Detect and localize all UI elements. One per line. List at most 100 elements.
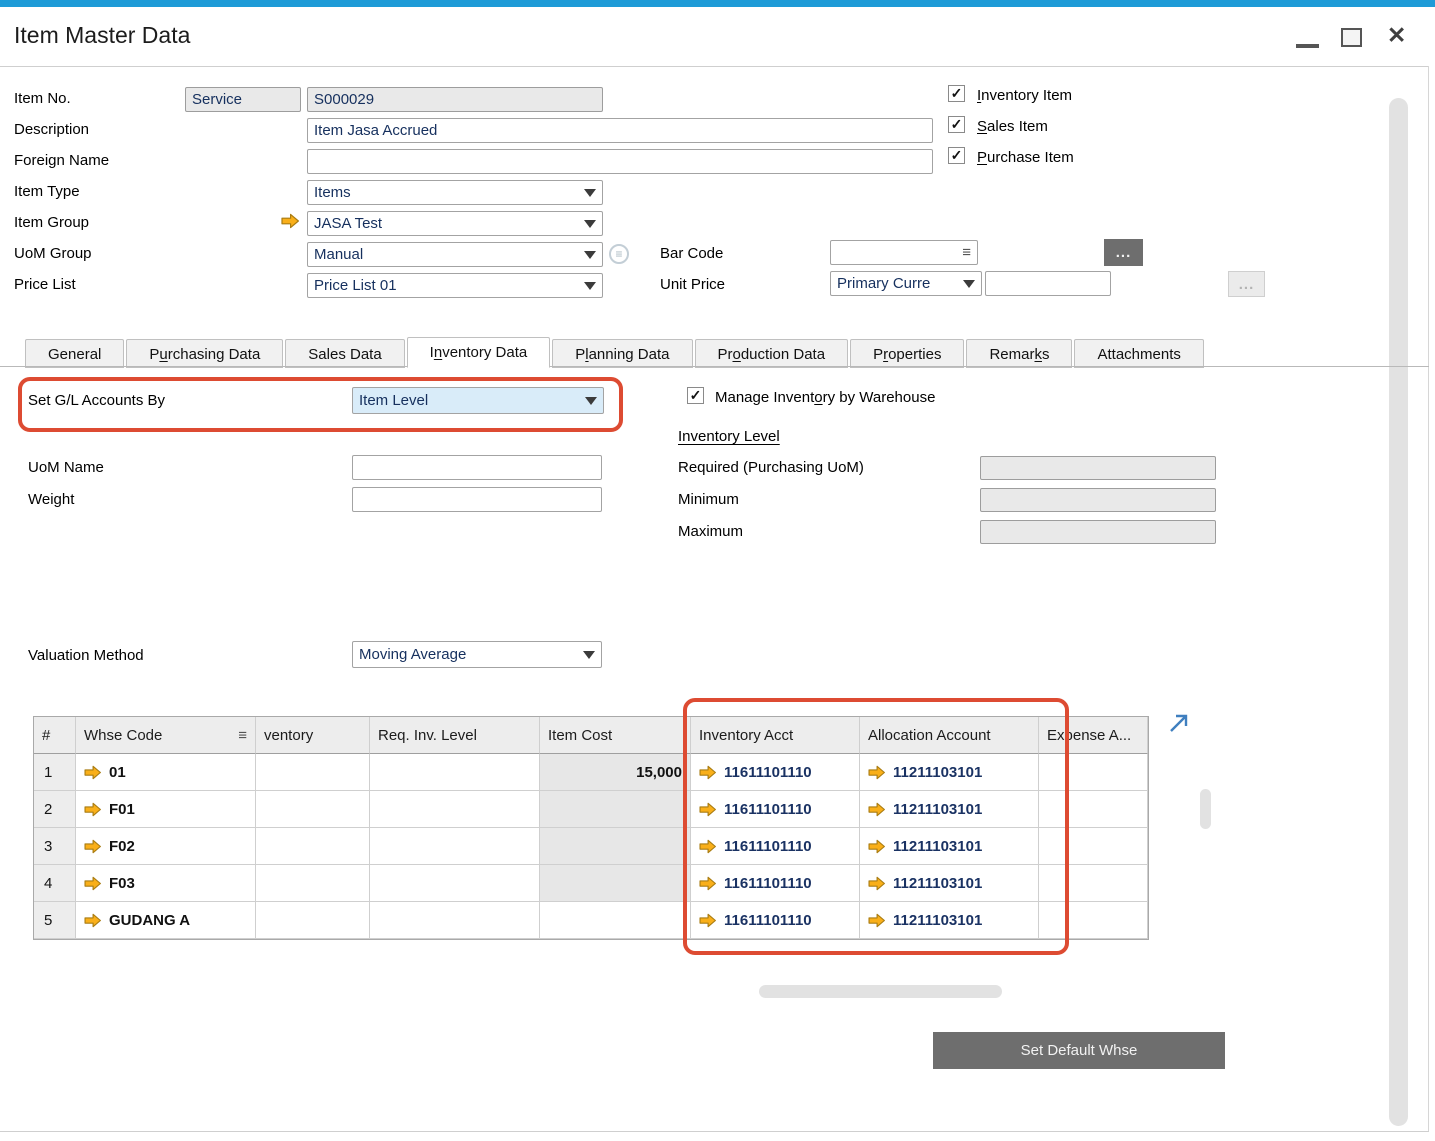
row-5-number[interactable]: 5	[34, 902, 76, 939]
maximize-button[interactable]	[1341, 28, 1362, 47]
unit-price-input[interactable]	[985, 271, 1111, 296]
row-1-allocation-account[interactable]: 11211103101	[860, 754, 1039, 791]
row-5-whse-code[interactable]: GUDANG A	[76, 902, 256, 939]
row-3-item-cost[interactable]	[540, 828, 691, 865]
column-header-whse-code[interactable]: Whse Code ≡	[76, 717, 256, 754]
tab-inventory-data[interactable]: Inventory Data	[406, 337, 551, 368]
row-1-item-cost[interactable]: 15,000	[540, 754, 691, 791]
item-group-link-arrow-icon[interactable]	[281, 213, 300, 229]
row-3-in-inventory[interactable]	[256, 828, 370, 865]
link-arrow-icon[interactable]	[84, 839, 102, 854]
link-arrow-icon[interactable]	[868, 876, 886, 891]
link-arrow-icon[interactable]	[84, 913, 102, 928]
tab-remarks[interactable]: Remarks	[966, 339, 1073, 368]
sales-item-checkbox[interactable]: ✓	[948, 116, 965, 133]
tab-planning-data[interactable]: Planning Data	[552, 339, 693, 368]
inventory-item-checkbox[interactable]: ✓	[948, 85, 965, 102]
grid-horizontal-scrollbar[interactable]	[759, 985, 1002, 998]
row-5-allocation-account[interactable]: 11211103101	[860, 902, 1039, 939]
weight-input[interactable]	[352, 487, 602, 512]
row-4-req-inv-level[interactable]	[370, 865, 540, 902]
column-header-inventory-acct[interactable]: Inventory Acct	[691, 717, 860, 754]
link-arrow-icon[interactable]	[868, 802, 886, 817]
row-5-expense-acct[interactable]	[1039, 902, 1148, 939]
link-arrow-icon[interactable]	[699, 839, 717, 854]
link-arrow-icon[interactable]	[868, 765, 886, 780]
set-gl-accounts-select[interactable]: Item Level	[352, 387, 604, 414]
row-4-number[interactable]: 4	[34, 865, 76, 902]
tab-production-data[interactable]: Production Data	[694, 339, 849, 368]
row-1-number[interactable]: 1	[34, 754, 76, 791]
row-1-inventory-acct[interactable]: 11611101110	[691, 754, 860, 791]
tab-purchasing-data[interactable]: Purchasing Data	[126, 339, 284, 368]
row-1-req-inv-level[interactable]	[370, 754, 540, 791]
row-4-in-inventory[interactable]	[256, 865, 370, 902]
price-list-select[interactable]: Price List 01	[307, 273, 603, 298]
uom-group-options-icon[interactable]: ≡	[609, 244, 629, 264]
item-no-type-field[interactable]: Service	[185, 87, 301, 112]
row-1-expense-acct[interactable]	[1039, 754, 1148, 791]
expand-grid-icon[interactable]	[1168, 712, 1190, 734]
grid-vertical-scrollbar[interactable]	[1200, 789, 1211, 829]
row-2-number[interactable]: 2	[34, 791, 76, 828]
link-arrow-icon[interactable]	[84, 765, 102, 780]
column-header-expense-a[interactable]: Expense A...	[1039, 717, 1148, 754]
manage-inventory-checkbox[interactable]: ✓	[687, 387, 704, 404]
row-4-inventory-acct[interactable]: 11611101110	[691, 865, 860, 902]
link-arrow-icon[interactable]	[699, 765, 717, 780]
row-1-in-inventory[interactable]	[256, 754, 370, 791]
bar-code-ellipsis-button[interactable]: ...	[1104, 239, 1143, 266]
row-5-req-inv-level[interactable]	[370, 902, 540, 939]
row-3-req-inv-level[interactable]	[370, 828, 540, 865]
window-vertical-scrollbar[interactable]	[1389, 98, 1408, 1126]
row-4-allocation-account[interactable]: 11211103101	[860, 865, 1039, 902]
link-arrow-icon[interactable]	[868, 913, 886, 928]
item-type-select[interactable]: Items	[307, 180, 603, 205]
foreign-name-input[interactable]	[307, 149, 933, 174]
column-header-col0[interactable]: #	[34, 717, 76, 754]
link-arrow-icon[interactable]	[84, 802, 102, 817]
uom-name-input[interactable]	[352, 455, 602, 480]
row-2-whse-code[interactable]: F01	[76, 791, 256, 828]
currency-select[interactable]: Primary Curre	[830, 271, 982, 296]
unit-price-ellipsis-button[interactable]: ...	[1228, 271, 1265, 297]
link-arrow-icon[interactable]	[868, 839, 886, 854]
minimize-button[interactable]	[1296, 44, 1319, 48]
link-arrow-icon[interactable]	[699, 913, 717, 928]
uom-group-select[interactable]: Manual	[307, 242, 603, 267]
row-3-inventory-acct[interactable]: 11611101110	[691, 828, 860, 865]
column-header-item-cost[interactable]: Item Cost	[540, 717, 691, 754]
column-header-allocation-account[interactable]: Allocation Account	[860, 717, 1039, 754]
link-arrow-icon[interactable]	[699, 802, 717, 817]
row-4-item-cost[interactable]	[540, 865, 691, 902]
row-3-allocation-account[interactable]: 11211103101	[860, 828, 1039, 865]
row-2-expense-acct[interactable]	[1039, 791, 1148, 828]
item-no-input[interactable]: S000029	[307, 87, 603, 112]
tab-general[interactable]: General	[25, 339, 125, 368]
tab-sales-data[interactable]: Sales Data	[285, 339, 405, 368]
column-header-req-inv-level[interactable]: Req. Inv. Level	[370, 717, 540, 754]
valuation-method-select[interactable]: Moving Average	[352, 641, 602, 668]
link-arrow-icon[interactable]	[84, 876, 102, 891]
row-1-whse-code[interactable]: 01	[76, 754, 256, 791]
description-input[interactable]: Item Jasa Accrued	[307, 118, 933, 143]
bar-code-menu-icon[interactable]: ≡	[962, 245, 971, 260]
row-2-allocation-account[interactable]: 11211103101	[860, 791, 1039, 828]
row-2-in-inventory[interactable]	[256, 791, 370, 828]
link-arrow-icon[interactable]	[699, 876, 717, 891]
row-4-whse-code[interactable]: F03	[76, 865, 256, 902]
row-2-req-inv-level[interactable]	[370, 791, 540, 828]
row-2-item-cost[interactable]	[540, 791, 691, 828]
row-3-expense-acct[interactable]	[1039, 828, 1148, 865]
row-5-item-cost[interactable]	[540, 902, 691, 939]
tab-properties[interactable]: Properties	[850, 339, 965, 368]
row-2-inventory-acct[interactable]: 11611101110	[691, 791, 860, 828]
set-default-whse-button[interactable]: Set Default Whse	[933, 1032, 1225, 1069]
item-group-select[interactable]: JASA Test	[307, 211, 603, 236]
row-3-number[interactable]: 3	[34, 828, 76, 865]
column-filter-menu-icon[interactable]: ≡	[238, 728, 247, 743]
row-5-in-inventory[interactable]	[256, 902, 370, 939]
purchase-item-checkbox[interactable]: ✓	[948, 147, 965, 164]
row-4-expense-acct[interactable]	[1039, 865, 1148, 902]
row-3-whse-code[interactable]: F02	[76, 828, 256, 865]
